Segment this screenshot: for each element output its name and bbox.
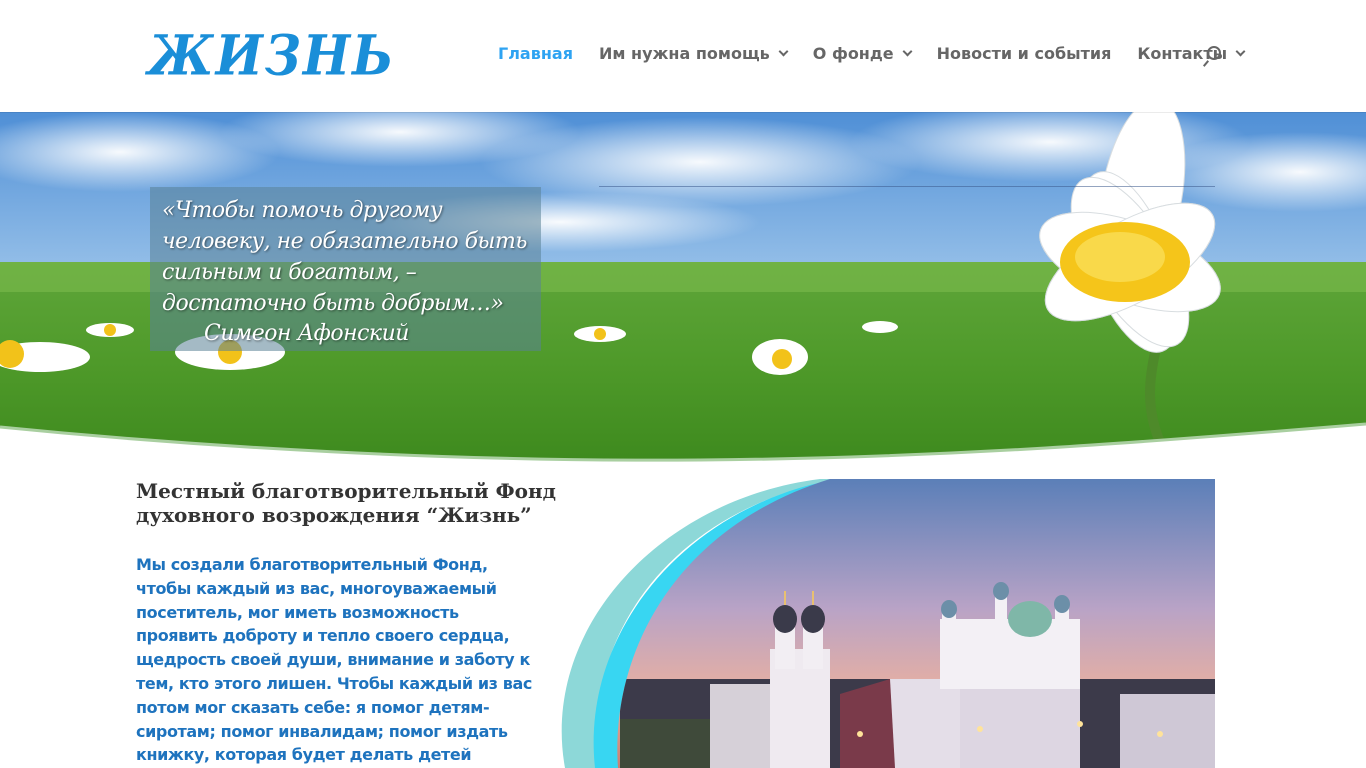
nav-item-news[interactable]: Новости и события <box>937 44 1112 63</box>
nav-item-label: О фонде <box>812 44 894 63</box>
city-illustration <box>561 479 1215 768</box>
quote-box: «Чтобы помочь другому человеку, не обяза… <box>150 187 541 351</box>
hero-divider <box>599 186 1215 187</box>
chevron-down-icon <box>778 46 789 57</box>
quote-author: Симеон Афонский <box>204 321 409 346</box>
nav-item-label: Новости и события <box>936 44 1112 63</box>
site-header: ЖИЗНЬ Главная Им нужна помощь О фонде Но… <box>0 0 1366 112</box>
chevron-down-icon <box>1235 46 1246 57</box>
search-icon[interactable] <box>1202 46 1224 68</box>
section-title: Местный благотворительный Фонд духовного… <box>136 479 556 527</box>
nav-item-label: Им нужна помощь <box>598 44 770 63</box>
nav-item-label: Главная <box>498 44 573 63</box>
nav-item-contacts[interactable]: Контакты <box>1137 44 1246 63</box>
site-logo[interactable]: ЖИЗНЬ <box>148 23 396 88</box>
nav-item-home[interactable]: Главная <box>498 44 573 63</box>
section-body: Мы создали благотворительный Фонд, чтобы… <box>136 555 532 765</box>
hero-quote: «Чтобы помочь другому человеку, не обяза… <box>162 198 527 316</box>
nav-item-about[interactable]: О фонде <box>812 44 913 63</box>
logo-text: ЖИЗНЬ <box>148 23 396 88</box>
main-nav: Главная Им нужна помощь О фонде Новости … <box>498 44 1270 63</box>
city-image <box>560 479 1215 768</box>
nav-item-need-help[interactable]: Им нужна помощь <box>598 44 789 63</box>
hero-banner: «Чтобы помочь другому человеку, не обяза… <box>0 112 1366 462</box>
chevron-down-icon <box>902 46 913 57</box>
